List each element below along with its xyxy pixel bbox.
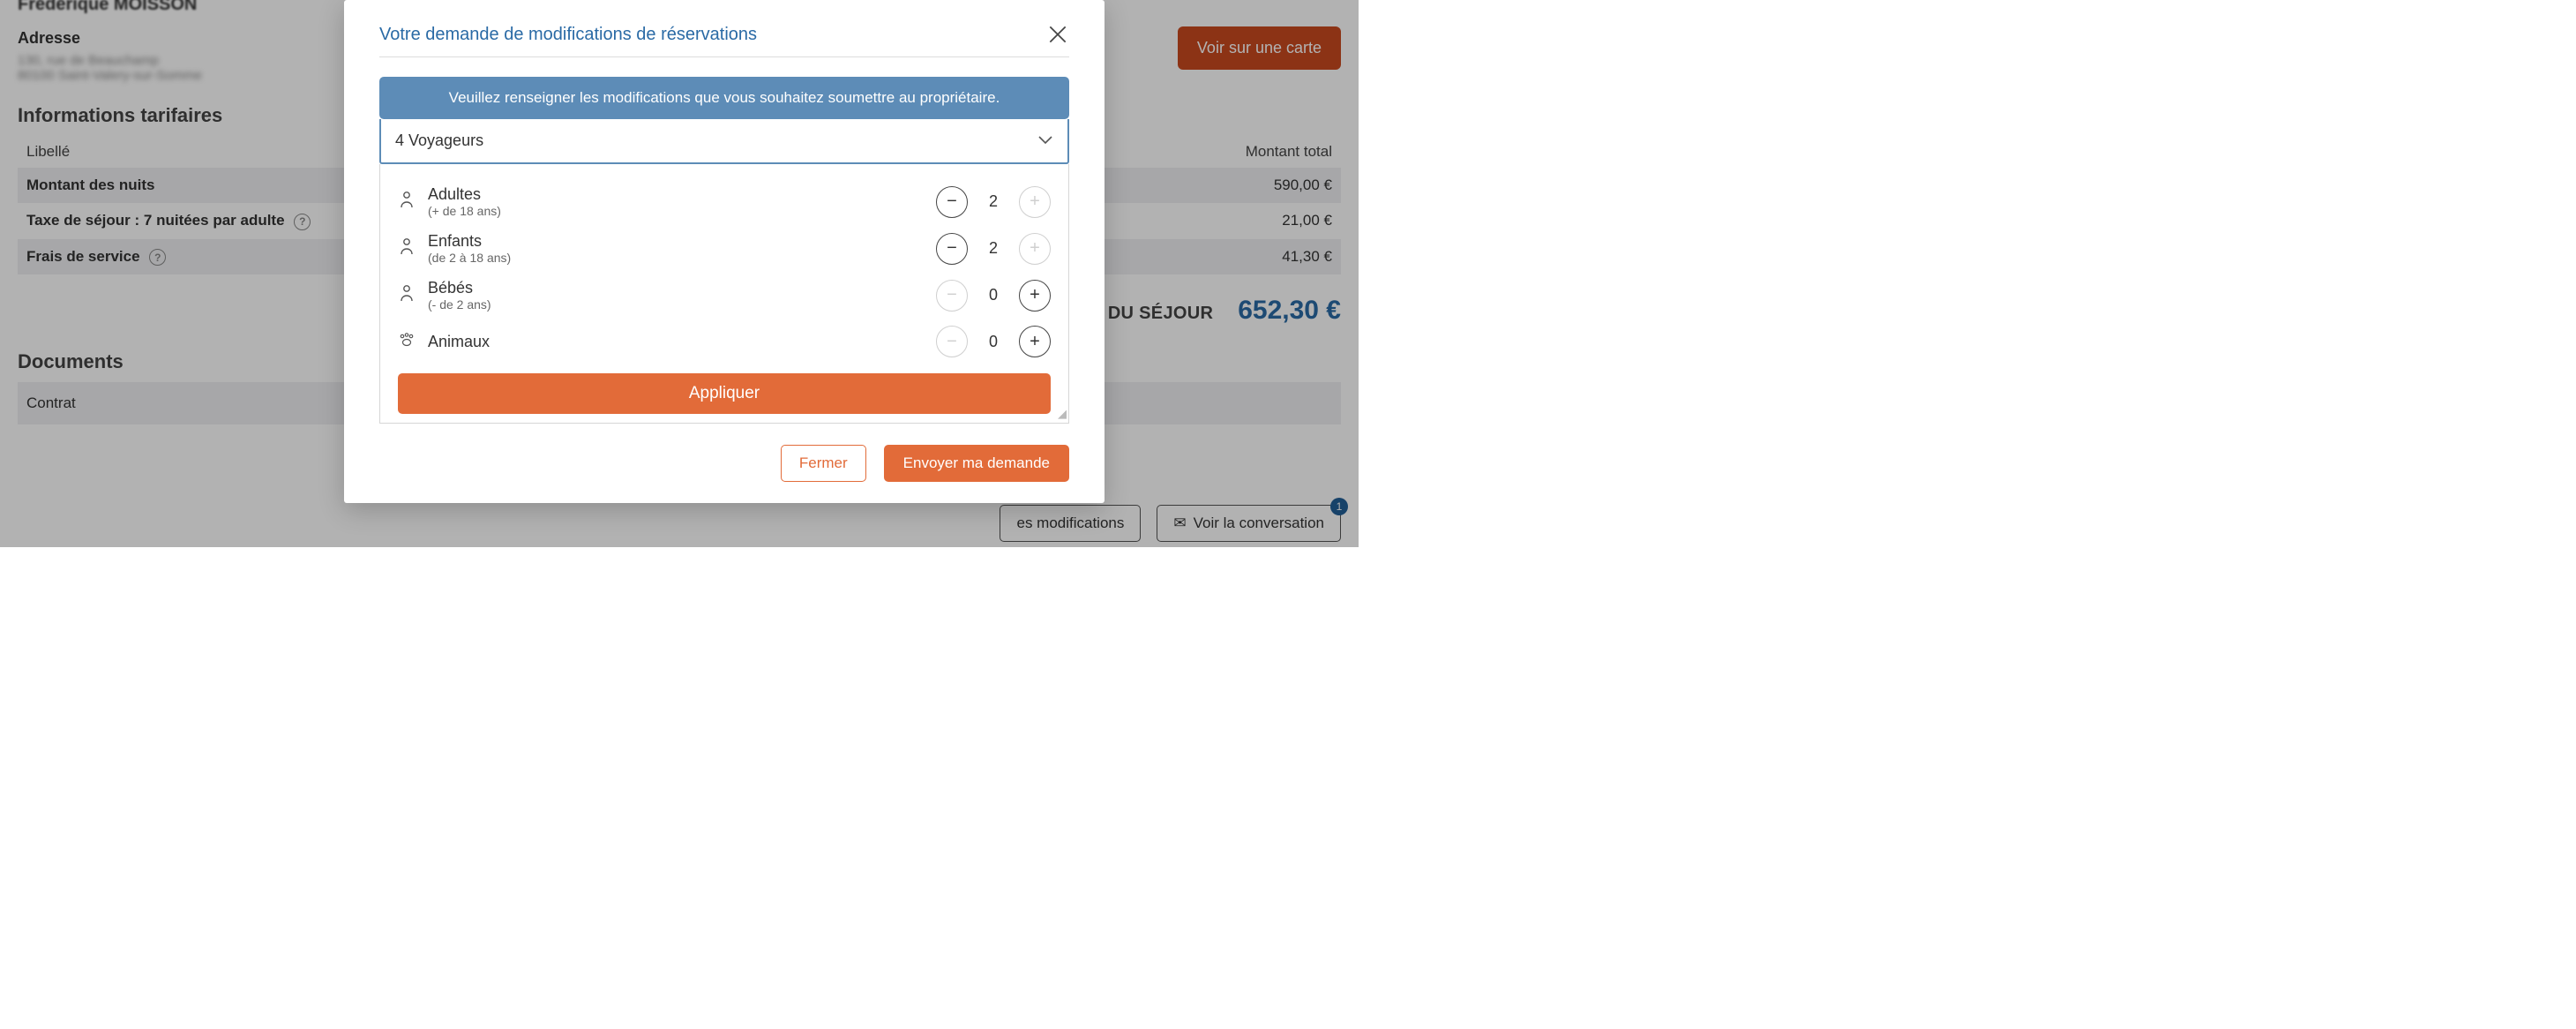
stepper-value: 2	[985, 192, 1001, 211]
chevron-down-icon	[1037, 131, 1053, 150]
minus-button: −	[936, 280, 968, 312]
person-icon	[398, 284, 416, 306]
stepper-row-children: Enfants (de 2 à 18 ans) − 2 +	[398, 225, 1051, 272]
minus-button: −	[936, 326, 968, 357]
row-hint: (+ de 18 ans)	[428, 204, 924, 218]
row-title: Adultes	[428, 185, 924, 204]
row-title: Animaux	[428, 333, 924, 351]
minus-button[interactable]: −	[936, 186, 968, 218]
person-icon	[398, 191, 416, 213]
travellers-panel: Adultes (+ de 18 ans) − 2 + Enfants (de …	[379, 164, 1069, 424]
plus-button: +	[1019, 186, 1051, 218]
info-banner: Veuillez renseigner les modifications qu…	[379, 77, 1069, 119]
plus-button[interactable]: +	[1019, 326, 1051, 357]
modification-modal: Votre demande de modifications de réserv…	[344, 0, 1105, 503]
stepper-value: 0	[985, 333, 1001, 351]
stepper-value: 0	[985, 286, 1001, 304]
travellers-summary: 4 Voyageurs	[395, 131, 483, 150]
stepper-row-pets: Animaux − 0 +	[398, 319, 1051, 364]
row-title: Enfants	[428, 232, 924, 251]
stepper-row-adults: Adultes (+ de 18 ans) − 2 +	[398, 178, 1051, 225]
plus-button: +	[1019, 233, 1051, 265]
person-icon	[398, 237, 416, 259]
stepper-value: 2	[985, 239, 1001, 258]
travellers-select[interactable]: 4 Voyageurs	[379, 119, 1069, 164]
resize-handle-icon[interactable]: ◢	[1058, 407, 1067, 421]
send-request-button[interactable]: Envoyer ma demande	[884, 445, 1069, 482]
close-button[interactable]: Fermer	[781, 445, 866, 482]
modal-title: Votre demande de modifications de réserv…	[379, 25, 757, 45]
close-icon[interactable]	[1046, 23, 1069, 46]
apply-button[interactable]: Appliquer	[398, 373, 1051, 414]
stepper-row-babies: Bébés (- de 2 ans) − 0 +	[398, 272, 1051, 319]
row-title: Bébés	[428, 279, 924, 297]
row-hint: (- de 2 ans)	[428, 297, 924, 312]
row-hint: (de 2 à 18 ans)	[428, 251, 924, 265]
plus-button[interactable]: +	[1019, 280, 1051, 312]
paw-icon	[398, 332, 416, 352]
minus-button[interactable]: −	[936, 233, 968, 265]
